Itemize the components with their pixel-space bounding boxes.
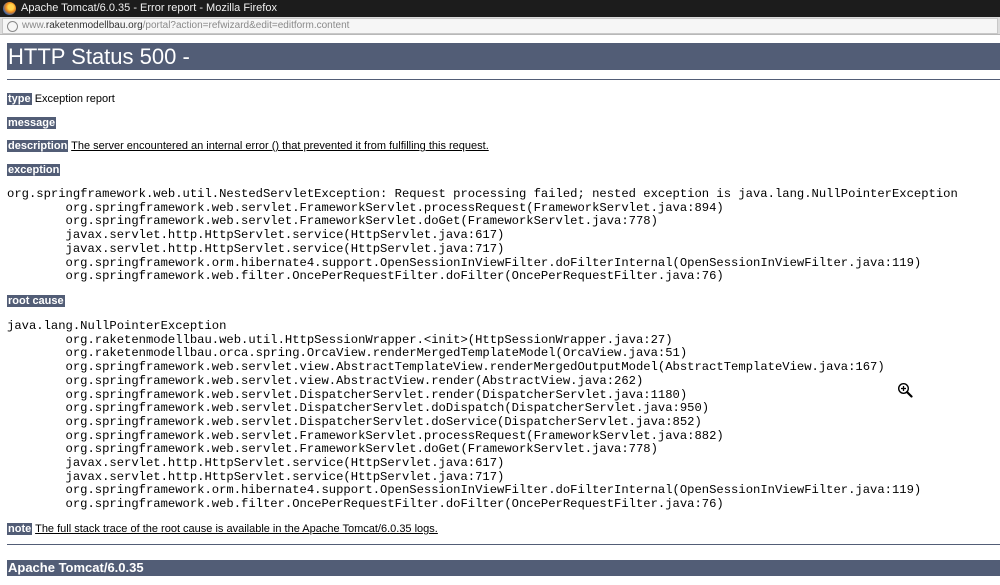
description-value: The server encountered an internal error… [71,140,489,152]
globe-icon [7,21,18,32]
message-row: message [7,117,57,130]
navigation-bar: www.raketenmodellbau.org/portal?action=r… [0,17,1000,35]
url-path: /portal?action=refwizard&edit=editform.c… [142,20,350,31]
url-domain: raketenmodellbau.org [45,20,143,31]
description-row: description The server encountered an in… [7,140,489,153]
page-content: HTTP Status 500 - type Exception report … [0,36,1000,585]
divider-top [7,79,1000,80]
divider-bottom [7,544,1000,545]
page-title: HTTP Status 500 - [7,43,1000,70]
root-cause-label: root cause [7,295,65,307]
root-cause-row: root cause [7,295,65,308]
description-label: description [7,140,69,152]
zoom-in-cursor-icon [897,382,913,398]
server-footer: Apache Tomcat/6.0.35 [7,560,1000,576]
exception-stack-trace: org.springframework.web.util.NestedServl… [7,187,958,284]
window-titlebar: Apache Tomcat/6.0.35 - Error report - Mo… [0,0,1000,17]
message-label: message [7,117,57,129]
note-value: The full stack trace of the root cause i… [35,523,438,535]
url-text: www.raketenmodellbau.org/portal?action=r… [22,19,349,33]
exception-label: exception [7,164,61,176]
firefox-icon [3,2,16,15]
type-value: Exception report [34,93,115,105]
note-label: note [7,523,33,535]
root-cause-stack-trace: java.lang.NullPointerException org.raket… [7,319,922,512]
url-prefix: www. [22,20,46,31]
type-label: type [7,93,32,105]
url-field[interactable]: www.raketenmodellbau.org/portal?action=r… [2,18,998,34]
type-row: type Exception report [7,93,115,106]
window-title: Apache Tomcat/6.0.35 - Error report - Mo… [21,2,277,14]
note-row: note The full stack trace of the root ca… [7,523,438,536]
exception-row: exception [7,164,61,177]
